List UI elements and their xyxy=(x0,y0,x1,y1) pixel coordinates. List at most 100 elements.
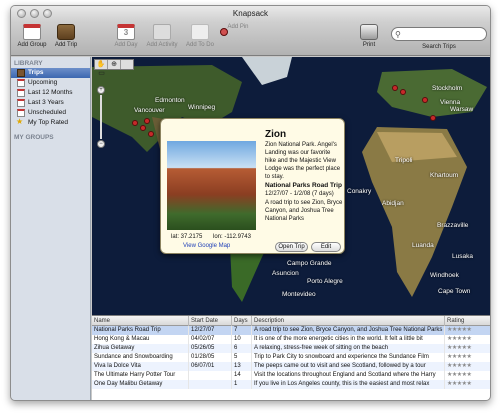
pin-name: Zion xyxy=(265,129,287,140)
cell-start-date: 06/07/01 xyxy=(189,362,232,371)
map-pin-icon[interactable] xyxy=(400,89,406,95)
table-row[interactable]: National Parks Road Trip 12/27/07 7 A ro… xyxy=(92,326,490,335)
table-row[interactable]: Hong Kong & Macau 04/02/07 10 It is one … xyxy=(92,335,490,344)
add-day-label: Add Day xyxy=(114,42,138,48)
cell-description: If you live in Los Angeles county, this … xyxy=(252,380,445,389)
add-activity-button[interactable]: Add Activity xyxy=(141,24,183,48)
groups-header: MY GROUPS xyxy=(14,134,54,141)
zoom-tool-icon[interactable]: ⊕ xyxy=(108,60,121,69)
map-pin-icon[interactable] xyxy=(140,125,146,131)
trip-name: National Parks Road Trip xyxy=(265,182,342,189)
calendar-icon xyxy=(17,79,25,87)
add-group-button[interactable]: Add Group xyxy=(14,24,50,48)
table-row[interactable]: Viva la Dolce Vita 06/07/01 13 The peeps… xyxy=(92,362,490,371)
map-pin-icon[interactable] xyxy=(148,131,154,137)
add-activity-label: Add Activity xyxy=(146,42,178,48)
map-pin-icon[interactable] xyxy=(144,118,150,124)
map-city-label: Tripoli xyxy=(395,157,413,164)
sidebar-item-label: Trips xyxy=(28,69,44,76)
zoom-slider[interactable]: + − xyxy=(97,86,105,150)
table-row[interactable]: Zihua Getaway 05/26/05 6 A relaxing, str… xyxy=(92,344,490,353)
sidebar-item-label: Unscheduled xyxy=(28,109,66,116)
map-city-label: Khartoum xyxy=(430,172,459,179)
rating-stars-icon[interactable]: ★★★★★ xyxy=(445,326,490,335)
checklist-icon xyxy=(191,24,209,40)
zoom-in-icon[interactable]: + xyxy=(97,86,105,94)
column-header-description[interactable]: Description xyxy=(252,316,445,326)
table-row[interactable]: One Day Malibu Getaway 1 If you live in … xyxy=(92,380,490,389)
calendar-icon xyxy=(17,109,25,117)
view-google-map-link[interactable]: View Google Map xyxy=(183,243,230,249)
sidebar-item-trips[interactable]: Trips xyxy=(11,68,90,78)
cell-description: It is one of the more energetic cities i… xyxy=(252,335,445,344)
map-city-label: Montevideo xyxy=(282,291,316,298)
map-city-label: Stockholm xyxy=(432,85,463,92)
cell-days: 1 xyxy=(232,380,252,389)
printer-icon xyxy=(360,24,378,40)
location-photo xyxy=(167,141,256,230)
column-header-name[interactable]: Name xyxy=(92,316,189,326)
table-row[interactable]: Sundance and Snowboarding 01/28/05 5 Tri… xyxy=(92,353,490,362)
rating-stars-icon[interactable]: ★★★★★ xyxy=(445,353,490,362)
map-pin-icon[interactable] xyxy=(430,115,436,121)
calendar-day-icon: 3 xyxy=(117,24,135,40)
add-day-button[interactable]: 3 Add Day xyxy=(108,24,144,48)
cell-start-date: 04/02/07 xyxy=(189,335,232,344)
add-trip-button[interactable]: Add Trip xyxy=(48,24,84,48)
longitude-value: lon: -112.9743 xyxy=(213,234,251,240)
cell-name: One Day Malibu Getaway xyxy=(92,380,189,389)
table-body: National Parks Road Trip 12/27/07 7 A ro… xyxy=(92,326,490,389)
cell-start-date: 05/26/05 xyxy=(189,344,232,353)
column-header-rating[interactable]: Rating xyxy=(445,316,490,326)
cell-name: Hong Kong & Macau xyxy=(92,335,189,344)
cell-description: A relaxing, stress-free week of sitting … xyxy=(252,344,445,353)
map-city-label: Porto Alegre xyxy=(307,278,343,285)
map-city-label: Vancouver xyxy=(134,107,165,114)
table-row[interactable]: The Ultimate Harry Potter Tour 14 Visit … xyxy=(92,371,490,380)
map-city-label: Warsaw xyxy=(450,106,474,113)
map-city-label: Campo Grande xyxy=(287,260,332,267)
rating-stars-icon[interactable]: ★★★★★ xyxy=(445,362,490,371)
calendar-icon xyxy=(17,99,25,107)
rating-stars-icon[interactable]: ★★★★★ xyxy=(445,371,490,380)
search-field[interactable]: ⚲ xyxy=(391,27,487,41)
rating-stars-icon[interactable]: ★★★★★ xyxy=(445,380,490,389)
rating-stars-icon[interactable]: ★★★★★ xyxy=(445,344,490,353)
cell-start-date: 12/27/07 xyxy=(189,326,232,335)
cell-days: 7 xyxy=(232,326,252,335)
map-pin-icon[interactable] xyxy=(132,120,138,126)
sidebar-item-last-12-months[interactable]: Last 12 Months xyxy=(11,88,90,98)
hand-tool-icon[interactable]: ✋ xyxy=(95,60,108,69)
cell-start-date xyxy=(189,371,232,380)
frame-tool-icon[interactable]: ▭ xyxy=(95,69,108,78)
cell-description: Visit the locations throughout England a… xyxy=(252,371,445,380)
add-trip-label: Add Trip xyxy=(54,42,78,48)
add-todo-button[interactable]: Add To Do xyxy=(181,24,219,48)
open-trip-button[interactable]: Open Trip xyxy=(275,242,308,252)
greenland-landmass xyxy=(242,57,292,85)
latitude-value: lat: 37.2175 xyxy=(171,234,203,240)
column-header-start-date[interactable]: Start Date xyxy=(189,316,232,326)
print-button[interactable]: Print xyxy=(354,24,384,48)
cell-days: 10 xyxy=(232,335,252,344)
toolbar: Add Group Add Trip 3 Add Day Add Activit… xyxy=(11,22,490,56)
world-map[interactable]: ✋ ⊕ ▭ + − Edmonton Winnipeg Vancouver St… xyxy=(92,57,490,315)
sidebar-item-last-3-years[interactable]: Last 3 Years xyxy=(11,98,90,108)
rating-stars-icon[interactable]: ★★★★★ xyxy=(445,335,490,344)
sidebar-item-top-rated[interactable]: ★ My Top Rated xyxy=(11,117,90,128)
trip-description: A road trip to see Zion, Bryce Canyon, a… xyxy=(265,200,343,222)
print-label: Print xyxy=(362,42,376,48)
add-pin-button[interactable]: Add Pin xyxy=(220,24,256,36)
map-city-label: Windhoek xyxy=(430,272,459,279)
cell-name: National Parks Road Trip xyxy=(92,326,189,335)
edit-button[interactable]: Edit xyxy=(311,242,341,252)
zoom-track[interactable] xyxy=(100,95,102,139)
pin-description: Zion National Park. Angel's Landing was … xyxy=(265,142,341,180)
column-header-days[interactable]: Days xyxy=(232,316,252,326)
map-pin-icon[interactable] xyxy=(422,97,428,103)
map-city-label: Conakry xyxy=(347,188,372,195)
sidebar-item-upcoming[interactable]: Upcoming xyxy=(11,78,90,88)
cell-days: 5 xyxy=(232,353,252,362)
map-pin-icon[interactable] xyxy=(392,85,398,91)
zoom-out-icon[interactable]: − xyxy=(97,140,105,148)
